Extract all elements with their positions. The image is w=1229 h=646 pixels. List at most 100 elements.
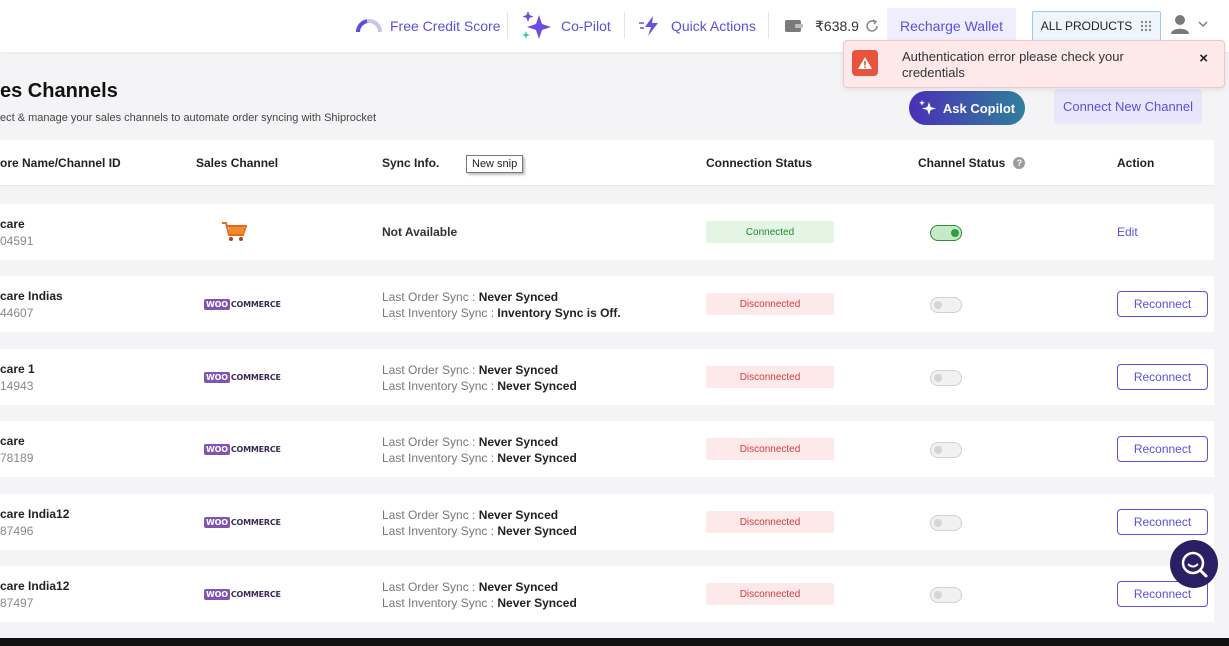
commerce-mark: COMMERCE <box>230 444 281 454</box>
header-divider <box>624 12 625 38</box>
copilot-link[interactable]: Co-Pilot <box>521 0 611 52</box>
channel-status-toggle[interactable] <box>930 370 962 386</box>
table-row: care 78189 WOO COMMERCE Last Order Sync :… <box>0 421 1214 477</box>
col-sales-channel: Sales Channel <box>196 156 279 170</box>
reconnect-button[interactable]: Reconnect <box>1117 291 1208 317</box>
sparkle-icon <box>918 100 936 115</box>
inventory-sync-label: Last Inventory Sync : <box>382 306 498 320</box>
page-title: es Channels <box>0 80 118 102</box>
channel-status-toggle[interactable] <box>930 442 962 458</box>
reconnect-button[interactable]: Reconnect <box>1117 436 1208 462</box>
sync-info: Last Order Sync : Never Synced Last Inve… <box>382 434 577 466</box>
wallet-icon <box>785 20 803 32</box>
user-menu[interactable] <box>1170 14 1208 34</box>
quick-actions-link[interactable]: Quick Actions <box>639 0 756 52</box>
close-icon[interactable]: × <box>1199 50 1208 67</box>
commerce-mark: COMMERCE <box>230 299 281 309</box>
channel-status-toggle[interactable] <box>930 515 962 531</box>
woocommerce-logo: WOO COMMERCE <box>204 421 281 477</box>
edit-link[interactable]: Edit <box>1117 204 1138 260</box>
inventory-sync-value: Never Synced <box>497 379 577 393</box>
woo-mark: WOO <box>204 443 230 455</box>
inventory-sync-value: Inventory Sync is Off. <box>497 306 621 320</box>
copilot-label: Co-Pilot <box>561 18 611 34</box>
info-icon[interactable]: ? <box>1013 157 1026 169</box>
order-sync-label: Last Order Sync : <box>382 580 479 594</box>
channel-id: 87496 <box>0 524 34 538</box>
channel-status-toggle[interactable] <box>930 297 962 313</box>
sync-info: Last Order Sync : Never Synced Last Inve… <box>382 507 577 539</box>
recharge-wallet-button[interactable]: Recharge Wallet <box>887 8 1016 44</box>
woocommerce-logo: WOO COMMERCE <box>204 276 281 332</box>
os-taskbar <box>0 638 1229 646</box>
free-credit-score-link[interactable]: Free Credit Score <box>356 0 500 52</box>
connection-status-badge: Connected <box>706 221 834 243</box>
ask-copilot-label: Ask Copilot <box>942 100 1016 116</box>
order-sync-label: Last Order Sync : <box>382 435 479 449</box>
toast-message: Authentication error please check your c… <box>902 49 1124 80</box>
table-row: care 1 14943 WOO COMMERCE Last Order Sync… <box>0 349 1214 405</box>
store-name: care Indias <box>0 289 63 303</box>
header-divider <box>768 12 769 38</box>
woo-mark: WOO <box>204 516 230 528</box>
store-cell: care 04591 <box>0 217 33 248</box>
table-row: care 04591 Not Available Connected Edit <box>0 204 1214 260</box>
channel-status-toggle[interactable] <box>930 587 962 603</box>
store-name: care India12 <box>0 507 70 521</box>
connection-status-badge: Disconnected <box>706 293 834 315</box>
free-credit-score-label: Free Credit Score <box>390 18 501 34</box>
help-chat-button[interactable] <box>1170 540 1218 588</box>
col-action: Action <box>1117 156 1155 170</box>
table-row: care Indias 44607 WOO COMMERCE Last Order… <box>0 276 1214 332</box>
channel-id: 04591 <box>0 234 34 248</box>
store-cell: care 1 14943 <box>0 362 35 393</box>
sync-info: Last Order Sync : Never Synced Last Inve… <box>382 289 621 321</box>
inventory-sync-label: Last Inventory Sync : <box>382 596 498 610</box>
connect-new-channel-button[interactable]: Connect New Channel <box>1054 89 1202 124</box>
user-avatar-icon <box>1171 15 1189 34</box>
order-sync-value: Never Synced <box>478 580 559 594</box>
refresh-icon[interactable] <box>865 19 879 33</box>
commerce-mark: COMMERCE <box>230 372 281 382</box>
col-channel-status-label: Channel Status <box>918 156 1006 170</box>
all-products-button[interactable]: ALL PRODUCTS <box>1032 11 1161 41</box>
order-sync-value: Never Synced <box>478 435 559 449</box>
sales-channel-logo <box>221 204 247 260</box>
col-channel-status: Channel Status ? <box>918 140 1026 186</box>
reconnect-button[interactable]: Reconnect <box>1117 509 1208 535</box>
inventory-sync-label: Last Inventory Sync : <box>382 451 498 465</box>
grid-icon <box>1141 20 1152 32</box>
error-toast: Authentication error please check your c… <box>843 40 1225 88</box>
warning-icon <box>852 50 878 76</box>
store-cell: care 78189 <box>0 434 33 465</box>
table-row: care India12 87497 WOO COMMERCE Last Orde… <box>0 566 1214 622</box>
wallet-amount: ₹638.9 <box>815 17 859 34</box>
quick-actions-label: Quick Actions <box>671 18 756 34</box>
reconnect-button[interactable]: Reconnect <box>1117 364 1208 390</box>
chevron-down-icon <box>1198 21 1208 27</box>
woo-mark: WOO <box>204 298 230 310</box>
order-sync-label: Last Order Sync : <box>382 363 479 377</box>
ask-copilot-button[interactable]: Ask Copilot <box>909 91 1025 125</box>
connection-status-badge: Disconnected <box>706 583 834 605</box>
channel-id: 44607 <box>0 306 34 320</box>
col-store-name: ore Name/Channel ID <box>0 156 121 170</box>
order-sync-label: Last Order Sync : <box>382 290 479 304</box>
inventory-sync-value: Never Synced <box>497 596 577 610</box>
inventory-sync-value: Never Synced <box>497 524 577 538</box>
store-cell: care India12 87497 <box>0 579 69 610</box>
sync-info: Last Order Sync : Never Synced Last Inve… <box>382 579 577 611</box>
commerce-mark: COMMERCE <box>230 517 281 527</box>
woo-mark: WOO <box>204 371 230 383</box>
channel-id: 14943 <box>0 379 34 393</box>
col-connection-status: Connection Status <box>706 156 813 170</box>
store-cell: care India12 87496 <box>0 507 69 538</box>
store-name: care <box>0 434 25 448</box>
page-subtitle: ect & manage your sales channels to auto… <box>0 112 377 124</box>
sync-info: Not Available <box>382 225 458 239</box>
shopping-cart-icon <box>222 222 247 241</box>
connection-status-badge: Disconnected <box>706 511 834 533</box>
woo-mark: WOO <box>204 588 230 600</box>
channel-status-toggle[interactable] <box>930 225 962 241</box>
order-sync-label: Last Order Sync : <box>382 508 479 522</box>
